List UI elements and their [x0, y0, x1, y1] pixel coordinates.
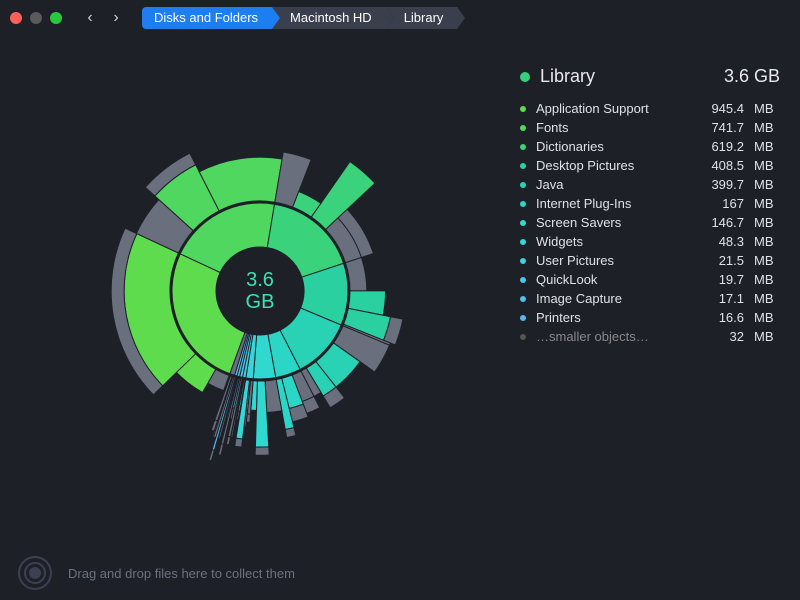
item-unit: MB	[754, 253, 780, 268]
color-dot-icon	[520, 201, 526, 207]
item-unit: MB	[754, 177, 780, 192]
list-item[interactable]: Widgets 48.3 MB	[520, 234, 780, 249]
item-size: 32	[700, 329, 744, 344]
item-unit: MB	[754, 101, 780, 116]
sunburst-chart-pane: 3.6 GB	[0, 36, 520, 546]
list-item[interactable]: Image Capture 17.1 MB	[520, 291, 780, 306]
item-size: 619.2	[700, 139, 744, 154]
item-unit: MB	[754, 272, 780, 287]
item-name: Desktop Pictures	[536, 158, 690, 173]
close-window-button[interactable]	[10, 12, 22, 24]
drop-zone[interactable]: Drag and drop files here to collect them	[0, 546, 800, 600]
color-dot-icon	[520, 239, 526, 245]
color-dot-icon	[520, 125, 526, 131]
current-folder-size: 3.6	[724, 66, 749, 86]
color-dot-icon	[520, 106, 526, 112]
item-unit: MB	[754, 120, 780, 135]
size-list-pane: Library 3.6 GB Application Support 945.4 M…	[520, 36, 800, 546]
color-dot-icon	[520, 258, 526, 264]
folder-dot-icon	[520, 72, 530, 82]
item-size: 167	[700, 196, 744, 211]
current-folder-unit: GB	[754, 66, 780, 86]
item-name: Java	[536, 177, 690, 192]
item-name: Screen Savers	[536, 215, 690, 230]
color-dot-icon	[520, 277, 526, 283]
size-list: Application Support945.4MBFonts741.7MBDi…	[520, 101, 780, 344]
item-size: 21.5	[700, 253, 744, 268]
item-unit: MB	[754, 158, 780, 173]
list-item[interactable]: Printers 16.6 MB	[520, 310, 780, 325]
item-unit: MB	[754, 291, 780, 306]
breadcrumb-item[interactable]: Library	[386, 7, 458, 29]
item-size: 399.7	[700, 177, 744, 192]
item-size: 945.4	[700, 101, 744, 116]
item-name: Image Capture	[536, 291, 690, 306]
item-name: …smaller objects…	[536, 329, 690, 344]
item-name: Widgets	[536, 234, 690, 249]
item-size: 146.7	[700, 215, 744, 230]
item-unit: MB	[754, 196, 780, 211]
drop-target-icon	[18, 556, 52, 590]
item-size: 17.1	[700, 291, 744, 306]
list-item-smaller[interactable]: …smaller objects… 32 MB	[520, 329, 780, 344]
item-unit: MB	[754, 215, 780, 230]
color-dot-icon	[520, 163, 526, 169]
zoom-window-button[interactable]	[50, 12, 62, 24]
forward-button[interactable]: ›	[106, 9, 126, 27]
color-dot-icon	[520, 144, 526, 150]
item-unit: MB	[754, 139, 780, 154]
list-item[interactable]: Java 399.7 MB	[520, 177, 780, 192]
color-dot-icon	[520, 296, 526, 302]
item-unit: MB	[754, 329, 780, 344]
sunburst-chart[interactable]: 3.6 GB	[70, 101, 450, 481]
item-name: Printers	[536, 310, 690, 325]
item-name: Fonts	[536, 120, 690, 135]
item-name: Internet Plug-Ins	[536, 196, 690, 211]
list-item[interactable]: Dictionaries 619.2 MB	[520, 139, 780, 154]
drop-hint-text: Drag and drop files here to collect them	[68, 566, 295, 581]
item-name: User Pictures	[536, 253, 690, 268]
breadcrumb-item[interactable]: Macintosh HD	[272, 7, 386, 29]
item-size: 16.6	[700, 310, 744, 325]
list-item[interactable]: Fonts 741.7 MB	[520, 120, 780, 135]
current-folder-name: Library	[540, 66, 595, 87]
item-name: Application Support	[536, 101, 690, 116]
item-size: 741.7	[700, 120, 744, 135]
minimize-window-button[interactable]	[30, 12, 42, 24]
breadcrumb-item[interactable]: Disks and Folders	[142, 7, 272, 29]
window-controls	[10, 12, 62, 24]
list-item[interactable]: User Pictures 21.5 MB	[520, 253, 780, 268]
color-dot-icon	[520, 315, 526, 321]
item-name: Dictionaries	[536, 139, 690, 154]
color-dot-icon	[520, 334, 526, 340]
item-unit: MB	[754, 234, 780, 249]
item-size: 408.5	[700, 158, 744, 173]
color-dot-icon	[520, 182, 526, 188]
list-item[interactable]: Application Support 945.4 MB	[520, 101, 780, 116]
color-dot-icon	[520, 220, 526, 226]
item-unit: MB	[754, 310, 780, 325]
list-item[interactable]: QuickLook 19.7 MB	[520, 272, 780, 287]
list-item[interactable]: Desktop Pictures 408.5 MB	[520, 158, 780, 173]
list-item[interactable]: Screen Savers 146.7 MB	[520, 215, 780, 230]
nav-arrows: ‹ ›	[80, 9, 126, 27]
breadcrumb: Disks and FoldersMacintosh HDLibrary	[142, 7, 457, 29]
back-button[interactable]: ‹	[80, 9, 100, 27]
list-item[interactable]: Internet Plug-Ins 167 MB	[520, 196, 780, 211]
item-size: 19.7	[700, 272, 744, 287]
titlebar: ‹ › Disks and FoldersMacintosh HDLibrary	[0, 0, 800, 36]
item-size: 48.3	[700, 234, 744, 249]
item-name: QuickLook	[536, 272, 690, 287]
list-header: Library 3.6 GB	[520, 66, 780, 87]
